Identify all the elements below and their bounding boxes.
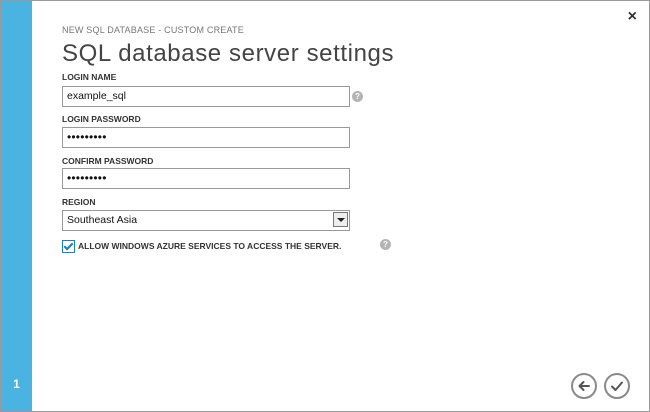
confirm-password-field[interactable]: ••••••••• [62, 168, 350, 189]
region-selected-value: Southeast Asia [67, 214, 138, 226]
wizard-dialog: 1 × NEW SQL DATABASE - CUSTOM CREATE SQL… [0, 0, 650, 412]
back-arrow-icon [578, 381, 590, 391]
login-password-field[interactable]: ••••••••• [62, 127, 350, 148]
page-title: SQL database server settings [62, 40, 395, 67]
help-icon[interactable]: ? [380, 239, 391, 250]
checkmark-icon [611, 381, 623, 391]
help-icon[interactable]: ? [352, 91, 363, 102]
region-select[interactable]: Southeast Asia [62, 210, 350, 231]
complete-button[interactable] [604, 373, 630, 399]
login-password-label: LOGIN PASSWORD [62, 114, 141, 124]
login-name-label: LOGIN NAME [62, 72, 117, 82]
step-number: 1 [13, 377, 20, 391]
breadcrumb: NEW SQL DATABASE - CUSTOM CREATE [62, 25, 244, 35]
chevron-down-icon[interactable] [333, 212, 348, 227]
allow-azure-checkbox[interactable] [62, 240, 75, 253]
close-icon[interactable]: × [628, 9, 637, 25]
wizard-sidebar: 1 [1, 1, 32, 411]
confirm-password-label: CONFIRM PASSWORD [62, 156, 154, 166]
allow-azure-label: ALLOW WINDOWS AZURE SERVICES TO ACCESS T… [78, 241, 342, 251]
login-name-field[interactable]: example_sql [62, 86, 350, 107]
region-label: REGION [62, 197, 96, 207]
back-button[interactable] [571, 373, 597, 399]
